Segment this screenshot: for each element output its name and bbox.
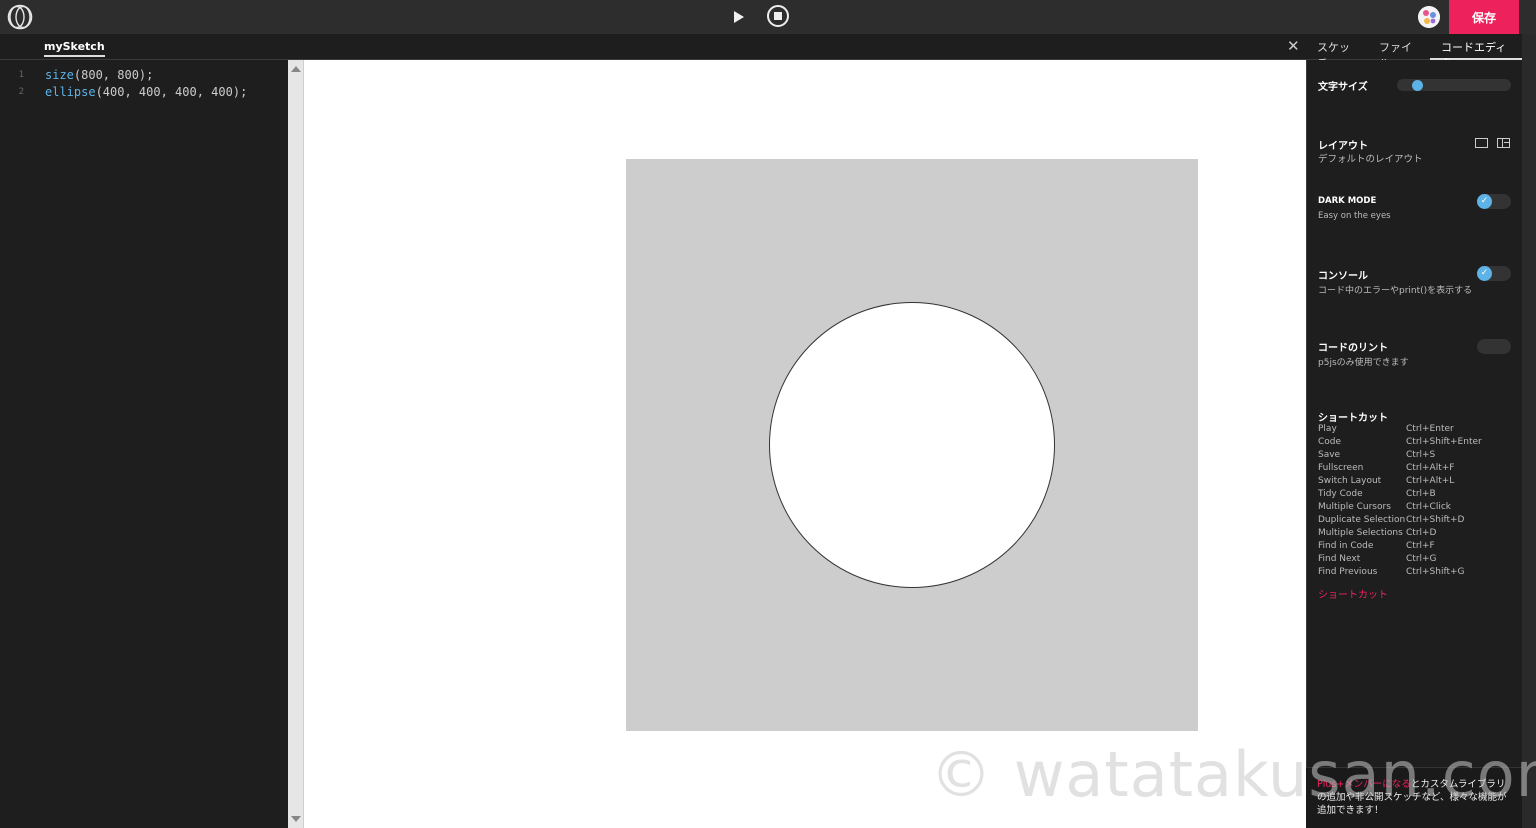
shortcut-row: Play Ctrl+Enter <box>1318 424 1506 437</box>
check-icon: ✓ <box>1477 266 1492 281</box>
tab-row: mySketch ✕ スケッチ ファイル コードエディタ <box>0 34 1536 70</box>
dark-mode-toggle[interactable]: ✓ <box>1477 194 1511 209</box>
shortcut-row: Multiple Cursors Ctrl+Click <box>1318 502 1506 515</box>
shortcut-name: Find Previous <box>1318 567 1378 577</box>
shortcut-row: Switch Layout Ctrl+Alt+L <box>1318 476 1506 489</box>
shortcut-name: Fullscreen <box>1318 463 1364 473</box>
shortcut-key: Ctrl+F <box>1406 541 1435 551</box>
plus-member-link[interactable]: Plus+メンバーになる <box>1317 779 1411 790</box>
shortcut-key: Ctrl+Click <box>1406 502 1451 512</box>
shortcut-row: Tidy Code Ctrl+B <box>1318 489 1506 502</box>
layout-default-icon[interactable] <box>1475 138 1488 148</box>
shortcut-name: Duplicate Selection <box>1318 515 1406 525</box>
play-icon <box>734 11 744 23</box>
shortcut-key: Ctrl+B <box>1406 489 1436 499</box>
shortcut-key: Ctrl+S <box>1406 450 1436 460</box>
code-args: (400, 400, 400, 400); <box>95 85 248 99</box>
save-button[interactable]: 保存 <box>1449 0 1519 34</box>
stop-button[interactable] <box>767 5 789 27</box>
code-args: (800, 800); <box>73 68 154 82</box>
shortcut-key: Ctrl+Alt+L <box>1406 476 1455 486</box>
settings-panel: 文字サイズ レイアウト デフォルトのレイアウト DARK MODE Easy o… <box>1306 60 1522 828</box>
shortcut-row: Find Previous Ctrl+Shift+G <box>1318 567 1506 580</box>
shortcut-key: Ctrl+Shift+G <box>1406 567 1465 577</box>
layout-subtitle: デフォルトのレイアウト <box>1318 154 1423 165</box>
lint-subtitle: p5jsのみ使用できます <box>1318 358 1409 368</box>
slider-handle[interactable] <box>1412 80 1423 91</box>
window-edge <box>1522 34 1536 828</box>
console-subtitle: コード中のエラーやprint()を表示する <box>1318 286 1473 296</box>
avatar-image-icon <box>1418 6 1440 28</box>
ellipse-shape <box>769 302 1055 588</box>
shortcut-key: Ctrl+Shift+D <box>1406 515 1465 525</box>
shortcut-row: Multiple Selections Ctrl+D <box>1318 528 1506 541</box>
dark-mode-subtitle: Easy on the eyes <box>1318 211 1391 221</box>
lint-title: コードのリント <box>1318 343 1388 354</box>
shortcut-name: Multiple Selections <box>1318 528 1403 538</box>
font-size-slider[interactable] <box>1397 79 1511 91</box>
scroll-down-icon[interactable] <box>291 816 301 822</box>
shortcut-name: Find in Code <box>1318 541 1374 551</box>
plus-promo[interactable]: Plus+メンバーになるとカスタムライブラリの追加や非公開スケッチなど、様々な機… <box>1306 767 1522 828</box>
code-line[interactable]: 1 size(800, 800); <box>0 67 288 84</box>
top-bar: 保存 <box>0 0 1536 34</box>
line-number: 2 <box>18 87 24 97</box>
scroll-up-icon[interactable] <box>291 66 301 72</box>
shortcut-row: Save Ctrl+S <box>1318 450 1506 463</box>
code-editor[interactable]: 1 size(800, 800); 2 ellipse(400, 400, 40… <box>0 60 288 828</box>
shortcut-key: Ctrl+D <box>1406 528 1437 538</box>
font-size-title: 文字サイズ <box>1318 82 1368 93</box>
shortcut-name: Multiple Cursors <box>1318 502 1391 512</box>
shortcuts-link[interactable]: ショートカット <box>1318 586 1388 601</box>
code-function: ellipse <box>45 85 96 99</box>
console-toggle[interactable]: ✓ <box>1477 266 1511 281</box>
shortcut-row: Code Ctrl+Shift+Enter <box>1318 437 1506 450</box>
shortcut-row: Duplicate Selection Ctrl+Shift+D <box>1318 515 1506 528</box>
shortcuts-title: ショートカット <box>1318 413 1388 424</box>
tab-files[interactable]: ファイル <box>1368 34 1430 70</box>
shortcut-name: Tidy Code <box>1318 489 1363 499</box>
console-title: コンソール <box>1318 271 1368 282</box>
shortcut-name: Play <box>1318 424 1337 434</box>
openprocessing-logo-icon[interactable] <box>6 4 34 30</box>
editor-scrollbar[interactable] <box>288 60 304 828</box>
dark-mode-title: DARK MODE <box>1318 196 1377 206</box>
shortcut-name: Code <box>1318 437 1342 447</box>
shortcut-key: Ctrl+Enter <box>1406 424 1454 434</box>
line-number: 1 <box>18 70 24 80</box>
play-button[interactable] <box>728 6 750 28</box>
sketch-preview <box>304 60 1306 828</box>
tab-code-editor[interactable]: コードエディタ <box>1429 34 1522 70</box>
shortcut-key: Ctrl+Shift+Enter <box>1406 437 1482 447</box>
code-text[interactable]: ellipse(400, 400, 400, 400); <box>45 85 247 99</box>
avatar[interactable] <box>1418 6 1440 28</box>
shortcut-name: Find Next <box>1318 554 1361 564</box>
layout-title: レイアウト <box>1318 141 1368 152</box>
shortcut-key: Ctrl+G <box>1406 554 1437 564</box>
shortcut-key: Ctrl+Alt+F <box>1406 463 1455 473</box>
lint-toggle[interactable] <box>1477 339 1511 354</box>
code-line[interactable]: 2 ellipse(400, 400, 400, 400); <box>0 84 288 101</box>
shortcut-name: Save <box>1318 450 1341 460</box>
shortcut-row: Find Next Ctrl+G <box>1318 554 1506 567</box>
shortcut-row: Fullscreen Ctrl+Alt+F <box>1318 463 1506 476</box>
shortcut-name: Switch Layout <box>1318 476 1382 486</box>
shortcuts-table: Play Ctrl+Enter Code Ctrl+Shift+Enter Save… <box>1318 424 1506 580</box>
settings-tabs: スケッチ ファイル コードエディタ <box>1306 34 1522 70</box>
tab-sketch[interactable]: スケッチ <box>1306 34 1368 70</box>
code-function: size <box>45 68 74 82</box>
layout-split-icon[interactable] <box>1497 138 1510 148</box>
close-panel-icon[interactable]: ✕ <box>1287 39 1300 54</box>
stop-icon <box>774 12 782 20</box>
code-text[interactable]: size(800, 800); <box>45 68 153 82</box>
shortcut-row: Find in Code Ctrl+F <box>1318 541 1506 554</box>
tab-sketch-file[interactable]: mySketch <box>44 40 105 57</box>
check-icon: ✓ <box>1477 194 1492 209</box>
sketch-canvas[interactable] <box>626 159 1198 731</box>
